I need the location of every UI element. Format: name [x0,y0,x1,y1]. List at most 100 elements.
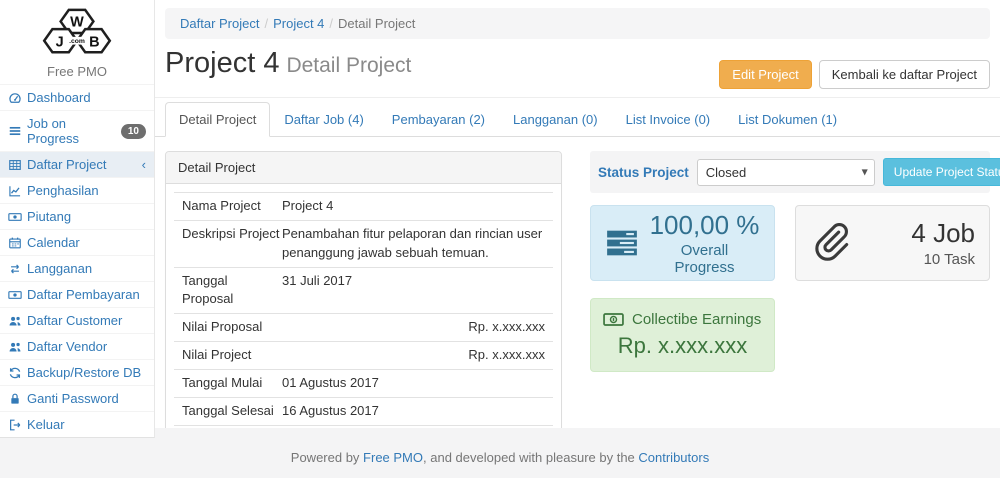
sidebar-item-label: Daftar Project [27,157,106,172]
brand-logo: W J B .com Free PMO [0,0,154,84]
stat-row: 100,00 % Overall Progress 4 Job 10 Task [590,205,990,281]
chevron-left-icon: ‹ [142,158,146,171]
tab-detail-project[interactable]: Detail Project [165,102,270,137]
sidebar-item-label: Ganti Password [27,391,119,406]
progress-caption: Overall Progress [649,242,760,276]
sidebar-item-daftar-vendor[interactable]: Daftar Vendor [0,333,154,359]
tab-list-dokumen[interactable]: List Dokumen (1) [724,102,851,137]
sidebar-item-label: Keluar [27,417,65,432]
list-icon [8,124,22,138]
users-icon [8,340,22,354]
users-icon [8,314,22,328]
task-count-value: 10 Task [850,251,975,268]
status-select-wrap: Closed ▼ [697,159,875,186]
tab-list-invoice[interactable]: List Invoice (0) [612,102,725,137]
breadcrumb: Daftar Project / Project 4 / Detail Project [165,8,990,39]
sidebar-nav: Dashboard Job on Progress 10 Daftar Proj… [0,84,154,437]
sidebar-item-label: Dashboard [27,90,91,105]
tab-langganan[interactable]: Langganan (0) [499,102,612,137]
earnings-title: Collectibe Earnings [632,311,761,328]
status-project-label: Status Project [598,165,689,180]
sidebar-item-label: Daftar Vendor [27,339,107,354]
sidebar-item-backup-restore-db[interactable]: Backup/Restore DB [0,359,154,385]
sidebar-item-label: Daftar Customer [27,313,122,328]
main-content: Daftar Project / Project 4 / Detail Project … [155,0,1000,428]
tab-pembayaran[interactable]: Pembayaran (2) [378,102,499,137]
refresh-icon [8,366,22,380]
breadcrumb-current: Detail Project [338,16,415,31]
footer-link-free-pmo[interactable]: Free PMO [363,450,423,465]
sidebar-item-penghasilan[interactable]: Penghasilan [0,177,154,203]
breadcrumb-separator: / [329,16,333,31]
footer-text: Powered by [291,450,363,465]
sidebar-item-label: Calendar [27,235,80,250]
breadcrumb-separator: / [264,16,268,31]
status-select[interactable]: Closed [697,159,875,186]
sidebar-panel: W J B .com Free PMO Dashboard Job on Pro… [0,0,155,438]
sidebar-item-label: Penghasilan [27,183,99,198]
sidebar-item-label: Daftar Pembayaran [27,287,140,302]
detail-row-tanggal-selesai: Tanggal Selesai 16 Agustus 2017 [174,397,553,425]
right-column: Status Project Closed ▼ Update Project S… [590,151,990,428]
paperclip-icon [810,223,850,263]
exchange-icon [8,262,22,276]
sidebar-item-keluar[interactable]: Keluar [0,411,154,437]
calendar-icon [8,236,22,250]
table-icon [8,158,22,172]
footer-text: , and developed with pleasure by the [423,450,638,465]
logo-letter-w: W [70,14,84,30]
earnings-value: Rp. x.xxx.xxx [603,333,762,359]
detail-row-nilai-project: Nilai Project Rp. x.xxx.xxx [174,341,553,369]
sidebar-item-dashboard[interactable]: Dashboard [0,84,154,110]
overall-progress-box: 100,00 % Overall Progress [590,205,775,281]
breadcrumb-link-daftar-project[interactable]: Daftar Project [180,16,259,31]
logo-letter-b: B [89,35,99,51]
detail-row-deskripsi-project: Deskripsi Project Penambahan fitur pelap… [174,220,553,267]
update-project-status-button[interactable]: Update Project Status [883,158,1000,186]
page-subtitle: Detail Project [286,54,411,77]
money-icon [8,288,22,302]
tasks-icon [605,226,639,260]
page-title: Project 4 [165,47,279,79]
dashboard-icon [8,91,22,105]
job-count-box: 4 Job 10 Task [795,205,990,281]
detail-row-tanggal-mulai: Tanggal Mulai 01 Agustus 2017 [174,369,553,397]
money-icon [8,210,22,224]
panel-body: Nama Project Project 4 Deskripsi Project… [166,184,561,428]
status-project-form: Status Project Closed ▼ Update Project S… [590,151,990,193]
chart-line-icon [8,184,22,198]
page-header: Project 4 Detail Project Edit Project Kem… [155,39,1000,98]
sidebar: W J B .com Free PMO Dashboard Job on Pro… [0,0,155,438]
footer-link-contributors[interactable]: Contributors [638,450,709,465]
progress-value: 100,00 % [649,210,760,241]
detail-row-tanggal-proposal: Tanggal Proposal 31 Juli 2017 [174,267,553,314]
jwb-logo-icon: W J B .com [31,6,123,60]
detail-row-nama-project: Nama Project Project 4 [174,192,553,220]
brand-name: Free PMO [0,64,154,79]
sidebar-item-label: Job on Progress [27,116,116,146]
back-to-list-button[interactable]: Kembali ke daftar Project [819,60,990,89]
sidebar-item-calendar[interactable]: Calendar [0,229,154,255]
sidebar-item-ganti-password[interactable]: Ganti Password [0,385,154,411]
app-layout: W J B .com Free PMO Dashboard Job on Pro… [0,0,1000,438]
tab-daftar-job[interactable]: Daftar Job (4) [270,102,377,137]
sidebar-item-piutang[interactable]: Piutang [0,203,154,229]
sidebar-item-label: Backup/Restore DB [27,365,141,380]
breadcrumb-link-project-4[interactable]: Project 4 [273,16,324,31]
logo-letter-j: J [56,35,64,51]
lock-icon [8,392,22,406]
job-count-value: 4 Job [850,218,975,249]
money-icon [603,309,624,330]
panel-title: Detail Project [166,152,561,184]
sidebar-item-daftar-customer[interactable]: Daftar Customer [0,307,154,333]
tab-bar: Detail Project Daftar Job (4) Pembayaran… [155,102,1000,137]
sidebar-item-label: Piutang [27,209,71,224]
sidebar-item-label: Langganan [27,261,92,276]
logo-sub: .com [69,38,85,45]
sidebar-item-langganan[interactable]: Langganan [0,255,154,281]
sidebar-item-job-on-progress[interactable]: Job on Progress 10 [0,110,154,151]
sidebar-item-daftar-pembayaran[interactable]: Daftar Pembayaran [0,281,154,307]
sidebar-item-daftar-project[interactable]: Daftar Project ‹ [0,151,154,177]
edit-project-button[interactable]: Edit Project [719,60,811,89]
content-row: Detail Project Nama Project Project 4 De… [155,137,1000,428]
